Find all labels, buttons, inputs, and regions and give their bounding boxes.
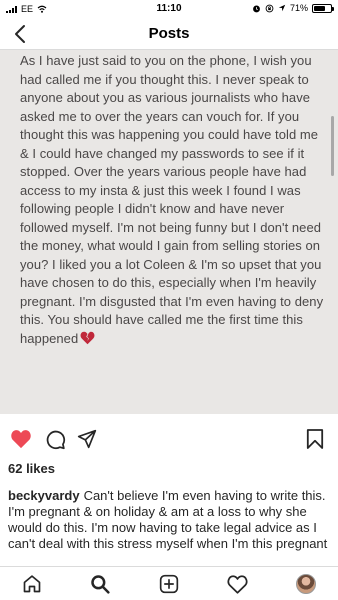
search-icon [91, 575, 110, 594]
status-right: 71% [252, 3, 334, 13]
like-count[interactable]: 62 likes [8, 461, 55, 476]
location-icon [278, 4, 286, 12]
post-caption: beckyvardy Can't believe I'm even having … [8, 488, 332, 566]
orientation-lock-icon [265, 4, 274, 12]
paper-plane-icon [77, 429, 97, 449]
bottom-tab-bar [0, 566, 338, 600]
heart-filled-icon [11, 430, 31, 449]
avatar [296, 574, 316, 594]
post-image-text-body: As I have just said to you on the phone,… [20, 53, 324, 346]
save-button[interactable] [304, 428, 326, 450]
alarm-icon [253, 5, 260, 12]
broken-heart-shape [80, 331, 95, 344]
tab-profile[interactable] [294, 572, 318, 596]
page-title: Posts [148, 25, 190, 42]
share-button[interactable] [76, 428, 98, 450]
bookmark-icon [306, 429, 324, 449]
post-image[interactable]: As I have just said to you on the phone,… [0, 50, 338, 414]
status-bar: EE 11:10 71% [0, 0, 338, 18]
nav-bar: Posts [0, 18, 338, 50]
battery-percent: 71% [289, 3, 308, 13]
post-actions [0, 420, 338, 456]
caption-username[interactable]: beckyvardy [8, 488, 80, 503]
battery-level [314, 5, 326, 11]
like-button[interactable] [10, 428, 32, 450]
tab-new-post[interactable] [157, 572, 181, 596]
scroll-indicator [331, 116, 334, 176]
comment-icon [46, 430, 65, 449]
battery-icon [312, 3, 334, 13]
comment-button[interactable] [44, 428, 66, 450]
home-icon [23, 575, 41, 593]
tab-home[interactable] [20, 572, 44, 596]
heart-outline-icon [227, 574, 247, 594]
post-image-text: As I have just said to you on the phone,… [20, 52, 326, 348]
tab-activity[interactable] [225, 572, 249, 596]
plus-square-icon [159, 574, 179, 594]
tab-search[interactable] [88, 572, 112, 596]
broken-heart-icon [80, 331, 95, 344]
